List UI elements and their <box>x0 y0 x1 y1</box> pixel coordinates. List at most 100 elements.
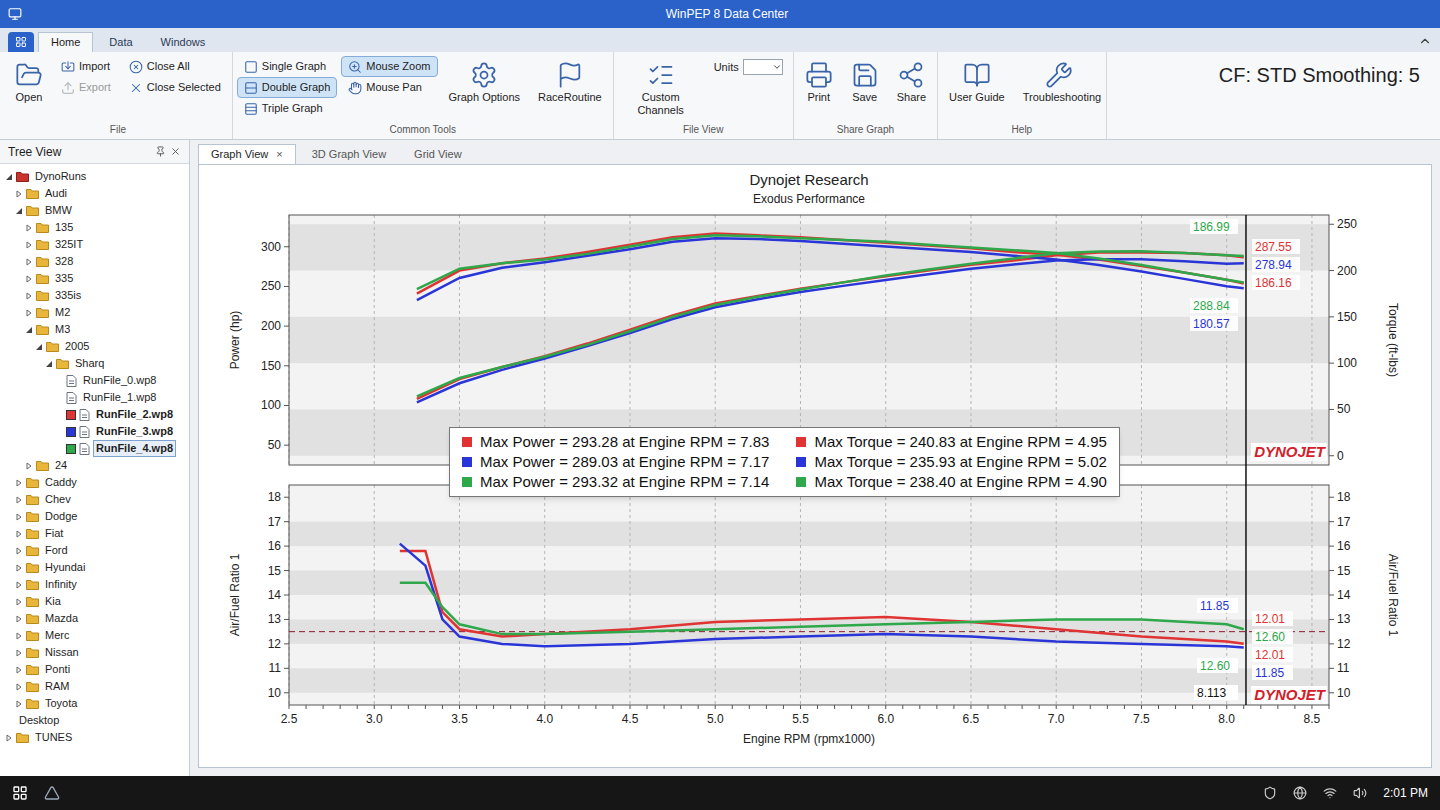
pin-icon[interactable] <box>155 146 166 157</box>
ribbon-button[interactable]: Mouse Zoom <box>341 56 437 77</box>
ribbon-button[interactable]: Save <box>844 56 886 109</box>
graph-tab[interactable]: Graph View× <box>198 144 296 164</box>
ribbon-button[interactable]: Triple Graph <box>237 98 338 119</box>
tree-item[interactable]: Merc <box>0 627 189 644</box>
expanded-arrow-icon[interactable] <box>5 173 13 181</box>
expanded-arrow-icon[interactable] <box>45 360 53 368</box>
tree-item[interactable]: 325IT <box>0 236 189 253</box>
collapsed-arrow-icon[interactable] <box>25 258 33 266</box>
tree-item[interactable]: TUNES <box>0 729 189 746</box>
tree-item[interactable]: Fiat <box>0 525 189 542</box>
tree-item[interactable]: Audi <box>0 185 189 202</box>
start-icon[interactable] <box>12 785 28 801</box>
collapsed-arrow-icon[interactable] <box>25 292 33 300</box>
tree-item[interactable]: RunFile_0.wp8 <box>0 372 189 389</box>
ribbon-tab[interactable]: Data <box>97 32 144 52</box>
tree-item[interactable]: BMW <box>0 202 189 219</box>
tree-item[interactable]: Kia <box>0 593 189 610</box>
tree-item[interactable]: DynoRuns <box>0 168 189 185</box>
ribbon-button[interactable]: Open <box>8 56 50 109</box>
tree-item[interactable]: Sharq <box>0 355 189 372</box>
expanded-arrow-icon[interactable] <box>25 326 33 334</box>
tree-item[interactable]: 135 <box>0 219 189 236</box>
tree-item[interactable]: Dodge <box>0 508 189 525</box>
tree-item[interactable]: Desktop <box>0 712 189 729</box>
collapsed-arrow-icon[interactable] <box>15 615 23 623</box>
wifi-icon[interactable] <box>1323 786 1337 800</box>
tree-item[interactable]: Chev <box>0 491 189 508</box>
app-taskbar-icon[interactable] <box>44 785 60 801</box>
graph-tab[interactable]: Grid View <box>402 144 473 164</box>
ribbon-tab[interactable]: Home <box>38 32 93 52</box>
tree-item[interactable]: 335is <box>0 287 189 304</box>
units-dropdown[interactable]: Units <box>708 56 789 78</box>
volume-icon[interactable] <box>1353 786 1367 800</box>
cursor-line[interactable] <box>1245 215 1247 705</box>
expanded-arrow-icon[interactable] <box>35 343 43 351</box>
tree-item[interactable]: RunFile_1.wp8 <box>0 389 189 406</box>
tree-item[interactable]: RunFile_2.wp8 <box>0 406 189 423</box>
collapsed-arrow-icon[interactable] <box>15 683 23 691</box>
collapsed-arrow-icon[interactable] <box>15 479 23 487</box>
collapsed-arrow-icon[interactable] <box>15 700 23 708</box>
security-icon[interactable] <box>1263 786 1277 800</box>
ribbon-button[interactable]: Share <box>890 56 933 109</box>
collapsed-arrow-icon[interactable] <box>15 496 23 504</box>
ribbon-button[interactable]: Custom Channels <box>618 56 704 122</box>
taskbar-clock[interactable]: 2:01 PM <box>1383 784 1428 802</box>
tree-item[interactable]: 2005 <box>0 338 189 355</box>
ribbon-button[interactable]: Double Graph <box>237 77 338 98</box>
tree-item[interactable]: RAM <box>0 678 189 695</box>
tree-item[interactable]: M3 <box>0 321 189 338</box>
ribbon-button[interactable]: Close All <box>122 56 228 77</box>
collapsed-arrow-icon[interactable] <box>15 581 23 589</box>
tree-item[interactable]: 335 <box>0 270 189 287</box>
tree-item[interactable]: Ponti <box>0 661 189 678</box>
collapsed-arrow-icon[interactable] <box>25 275 33 283</box>
close-tab-button[interactable]: × <box>276 146 282 163</box>
tree-item[interactable]: Mazda <box>0 610 189 627</box>
collapsed-arrow-icon[interactable] <box>15 513 23 521</box>
ribbon-button[interactable]: Print <box>798 56 840 109</box>
collapsed-arrow-icon[interactable] <box>15 649 23 657</box>
ribbon-button[interactable]: Mouse Pan <box>341 77 437 98</box>
ribbon-button[interactable]: Troubleshooting <box>1016 56 1102 109</box>
collapsed-arrow-icon[interactable] <box>25 309 33 317</box>
tree-item[interactable]: Toyota <box>0 695 189 712</box>
collapsed-arrow-icon[interactable] <box>25 224 33 232</box>
collapsed-arrow-icon[interactable] <box>15 598 23 606</box>
collapsed-arrow-icon[interactable] <box>25 462 33 470</box>
tree-item[interactable]: RunFile_3.wp8 <box>0 423 189 440</box>
tree-item[interactable]: Infinity <box>0 576 189 593</box>
collapsed-arrow-icon[interactable] <box>15 190 23 198</box>
collapsed-arrow-icon[interactable] <box>15 564 23 572</box>
collapsed-arrow-icon[interactable] <box>15 632 23 640</box>
tree-item[interactable]: Hyundai <box>0 559 189 576</box>
collapsed-arrow-icon[interactable] <box>15 666 23 674</box>
tree-item[interactable]: RunFile_4.wp8 <box>0 440 189 457</box>
ribbon-button[interactable]: Graph Options <box>442 56 528 109</box>
tree-item[interactable]: Ford <box>0 542 189 559</box>
close-icon[interactable] <box>170 146 181 157</box>
network-icon[interactable] <box>1293 786 1307 800</box>
ribbon-button[interactable]: User Guide <box>942 56 1012 109</box>
tree-item[interactable]: Caddy <box>0 474 189 491</box>
graph-tab[interactable]: 3D Graph View <box>300 144 398 164</box>
ribbon-button[interactable]: Close Selected <box>122 77 228 98</box>
tree-item[interactable]: 24 <box>0 457 189 474</box>
collapsed-arrow-icon[interactable] <box>15 530 23 538</box>
collapse-ribbon-icon[interactable] <box>1418 34 1432 48</box>
collapsed-arrow-icon[interactable] <box>5 734 13 742</box>
ribbon-button[interactable]: RaceRoutine <box>531 56 609 109</box>
ribbon-button[interactable]: Import <box>54 56 118 77</box>
collapsed-arrow-icon[interactable] <box>25 241 33 249</box>
tree-item[interactable]: Nissan <box>0 644 189 661</box>
collapsed-arrow-icon[interactable] <box>15 547 23 555</box>
expanded-arrow-icon[interactable] <box>15 207 23 215</box>
ribbon-tab[interactable]: Windows <box>149 32 218 52</box>
tree-item[interactable]: M2 <box>0 304 189 321</box>
ribbon-button[interactable]: Single Graph <box>237 56 338 77</box>
app-menu-button[interactable] <box>8 32 34 52</box>
tree-item[interactable]: 328 <box>0 253 189 270</box>
units-select[interactable] <box>743 59 783 75</box>
